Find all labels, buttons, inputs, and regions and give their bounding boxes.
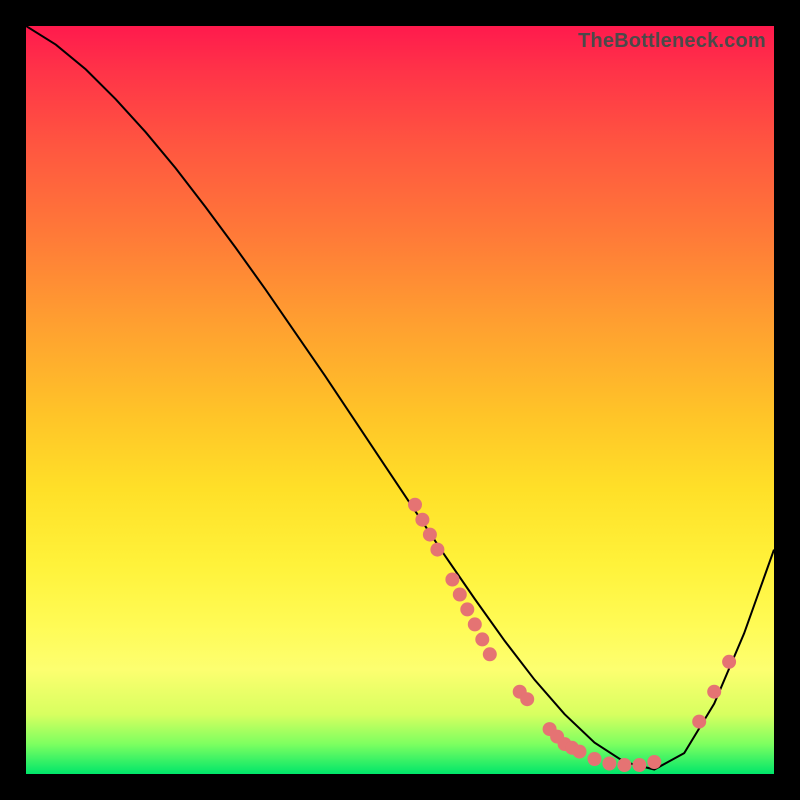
chart-plot <box>26 26 774 774</box>
data-point <box>588 752 602 766</box>
data-point <box>520 692 534 706</box>
data-point <box>573 745 587 759</box>
data-point <box>483 647 497 661</box>
data-point <box>707 685 721 699</box>
bottleneck-curve <box>26 26 774 770</box>
data-point <box>602 757 616 771</box>
data-point <box>692 715 706 729</box>
data-point <box>423 528 437 542</box>
data-point <box>617 758 631 772</box>
data-point <box>460 602 474 616</box>
data-point <box>722 655 736 669</box>
data-points-group <box>408 498 736 772</box>
chart-frame: TheBottleneck.com <box>26 26 774 774</box>
data-point <box>415 513 429 527</box>
data-point <box>453 588 467 602</box>
data-point <box>647 755 661 769</box>
data-point <box>475 632 489 646</box>
data-point <box>408 498 422 512</box>
data-point <box>445 573 459 587</box>
data-point <box>430 543 444 557</box>
data-point <box>468 617 482 631</box>
data-point <box>632 758 646 772</box>
